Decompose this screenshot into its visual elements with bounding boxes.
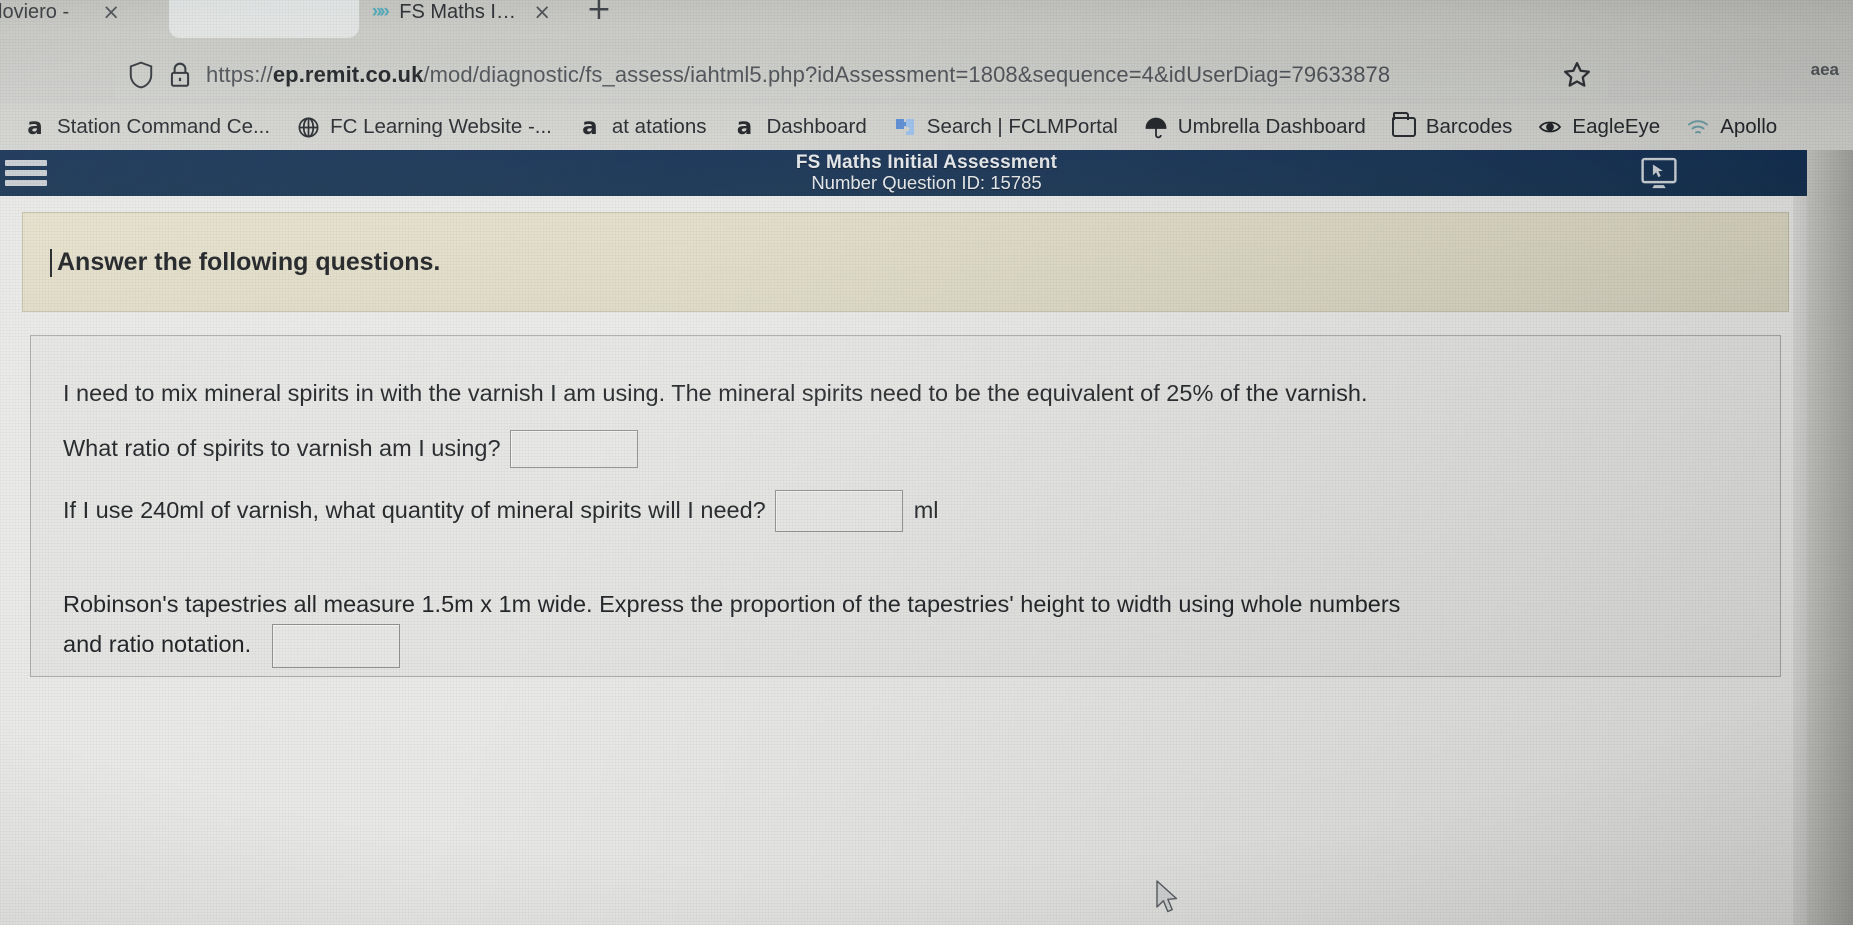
- answer-input-proportion[interactable]: [271, 623, 400, 668]
- address-bar[interactable]: https://ep.remit.co.uk/mod/diagnostic/fs…: [114, 52, 1608, 98]
- browser-window: loviero - × »» FS Maths Initial Assessme…: [0, 0, 1853, 925]
- puzzle-icon: [893, 115, 917, 139]
- new-tab-button[interactable]: +: [578, 0, 620, 30]
- lock-warning-icon[interactable]: [168, 61, 192, 89]
- assessment-header-titles: FS Maths Initial Assessment Number Quest…: [796, 152, 1057, 194]
- shield-icon[interactable]: [128, 61, 154, 89]
- tab-background: [169, 0, 360, 38]
- browser-tab-inactive[interactable]: loviero - ×: [0, 0, 134, 38]
- bookmark-label: EagleEye: [1572, 115, 1661, 138]
- monitor-cursor-icon[interactable]: [1631, 152, 1687, 194]
- screen-photo: loviero - × »» FS Maths Initial Assessme…: [0, 0, 1853, 925]
- tab-title: FS Maths Initial Assessment: [399, 0, 524, 23]
- browser-toolbar: https://ep.remit.co.uk/mod/diagnostic/fs…: [0, 38, 1853, 110]
- bookmark-station-command[interactable]: a Station Command Ce...: [10, 115, 283, 139]
- bookmark-fc-learning-website[interactable]: FC Learning Website -...: [283, 115, 565, 139]
- page-content: FS Maths Initial Assessment Number Quest…: [0, 150, 1853, 925]
- answer-input-quantity[interactable]: [774, 489, 903, 532]
- answer-input-ratio[interactable]: [509, 429, 638, 468]
- question-body: I need to mix mineral spirits in with th…: [31, 336, 1780, 668]
- bookmark-label: FC Learning Website -...: [330, 115, 552, 138]
- bookmark-label: Station Command Ce...: [57, 115, 271, 138]
- bookmark-eagleeye[interactable]: EagleEye: [1525, 115, 1673, 139]
- desktop-edge: [1807, 150, 1853, 925]
- folder-icon: [1391, 112, 1416, 139]
- question-1-intro: I need to mix mineral spirits in with th…: [63, 380, 1368, 406]
- bookmark-label: at atations: [611, 115, 707, 138]
- chevrons-icon: »»: [371, 1, 390, 22]
- bookmarks-bar: a Station Command Ce... FC Learning Webs…: [0, 104, 1853, 150]
- hamburger-icon[interactable]: [2, 158, 50, 188]
- star-icon[interactable]: [1562, 60, 1592, 90]
- instruction-banner: Answer the following questions.: [22, 212, 1789, 312]
- assessment-header: FS Maths Initial Assessment Number Quest…: [0, 150, 1853, 196]
- unit-label-ml: ml: [913, 496, 939, 523]
- bookmark-label: Barcodes: [1425, 115, 1513, 138]
- amazon-icon: a: [27, 113, 43, 140]
- wifi-icon: [1686, 115, 1710, 139]
- instruction-text: Answer the following questions.: [50, 247, 441, 277]
- tab-close-icon[interactable]: ×: [533, 1, 551, 23]
- instruction-label: Answer the following questions.: [57, 247, 441, 276]
- tab-strip: loviero - × »» FS Maths Initial Assessme…: [0, 0, 1853, 38]
- globe-icon: [296, 115, 320, 139]
- question-1-part-b-label: If I use 240ml of varnish, what quantity…: [63, 496, 766, 523]
- address-bar-url: https://ep.remit.co.uk/mod/diagnostic/fs…: [206, 62, 1391, 87]
- bookmark-umbrella-dashboard[interactable]: Umbrella Dashboard: [1131, 115, 1379, 139]
- bookmark-dashboard[interactable]: a Dashboard: [719, 115, 879, 139]
- amazon-icon: a: [582, 113, 598, 140]
- question-2: Robinson's tapestries all measure 1.5m x…: [63, 584, 1683, 668]
- browser-tab-active[interactable]: »» FS Maths Initial Assessment ×: [155, 0, 565, 38]
- window-minimize-icon[interactable]: —: [1825, 0, 1847, 9]
- page-scrollbar[interactable]: [1793, 196, 1807, 925]
- bookmark-label: Dashboard: [766, 115, 867, 138]
- question-2-line-2: and ratio notation.: [63, 631, 252, 658]
- question-card: I need to mix mineral spirits in with th…: [30, 335, 1781, 677]
- bookmark-barcodes[interactable]: Barcodes: [1379, 112, 1526, 139]
- bookmark-label: Search | FCLMPortal: [926, 115, 1118, 138]
- question-1-part-a-label: What ratio of spirits to varnish am I us…: [63, 434, 501, 461]
- tab-close-icon[interactable]: ×: [102, 1, 120, 23]
- extension-badge[interactable]: aea: [1811, 60, 1839, 80]
- bookmark-search-fclmportal[interactable]: Search | FCLMPortal: [880, 115, 1131, 139]
- question-1-part-a: What ratio of spirits to varnish am I us…: [63, 429, 1780, 468]
- bookmark-at-atations[interactable]: a at atations: [565, 115, 720, 139]
- bookmark-label: Apollo: [1720, 115, 1778, 138]
- tab-title: loviero -: [0, 0, 70, 23]
- eye-icon: [1538, 115, 1562, 139]
- bookmark-apollo[interactable]: Apollo: [1673, 115, 1790, 139]
- text-caret: [50, 248, 52, 277]
- question-2-line-1: Robinson's tapestries all measure 1.5m x…: [63, 590, 1401, 617]
- question-id-label: Number Question ID: 15785: [811, 172, 1042, 194]
- amazon-icon: a: [736, 113, 753, 140]
- bookmark-label: Umbrella Dashboard: [1177, 115, 1366, 138]
- mouse-cursor-icon: [1155, 880, 1181, 921]
- question-1-part-b: If I use 240ml of varnish, what quantity…: [63, 489, 1780, 532]
- umbrella-icon: [1144, 115, 1168, 139]
- page-title: FS Maths Initial Assessment: [795, 152, 1058, 173]
